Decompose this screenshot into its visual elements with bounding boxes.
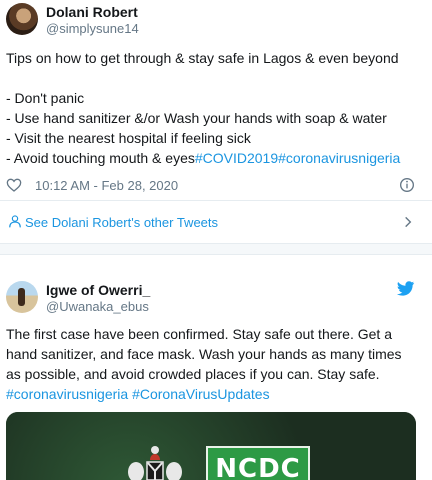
avatar[interactable]: [6, 281, 38, 313]
tweet-text-line: - Use hand sanitizer &/or Wash your hand…: [6, 110, 387, 126]
author-name[interactable]: Dolani Robert: [46, 4, 138, 20]
twitter-bird-icon[interactable]: [397, 281, 415, 296]
user-icon: [9, 215, 21, 228]
timestamp-link[interactable]: 10:12 AM - Feb 28, 2020: [35, 178, 178, 193]
tweet-card: Dolani Robert @simplysune14 Tips on how …: [0, 0, 432, 200]
chevron-right-icon[interactable]: [401, 214, 415, 230]
author-name[interactable]: Igwe of Owerri_: [46, 282, 150, 298]
ncdc-logo: NCDC: [206, 446, 310, 480]
hashtag-link[interactable]: #coronavirusnigeria: [6, 386, 128, 402]
tweet-text-line: - Don't panic: [6, 90, 85, 106]
tweet-text-line: hand sanitizer, and face mask. Wash your…: [6, 346, 402, 362]
author-handle[interactable]: @simplysune14: [46, 21, 139, 36]
see-other-tweets-link[interactable]: See Dolani Robert's other Tweets: [0, 201, 432, 243]
hashtag-link[interactable]: #COVID2019: [195, 150, 278, 166]
ncdc-logo-text: NCDC: [215, 454, 301, 480]
heart-icon[interactable]: [6, 177, 22, 193]
hashtag-link[interactable]: #coronavirusnigeria: [278, 150, 400, 166]
tweet-text-segment: - Avoid touching mouth & eyes: [6, 150, 195, 166]
tweet-meta: 10:12 AM - Feb 28, 2020: [6, 176, 426, 196]
author-handle[interactable]: @Uwanaka_ebus: [46, 299, 149, 314]
tweet-separator: [0, 243, 432, 255]
tweet-text-line: - Avoid touching mouth & eyes#COVID2019#…: [6, 148, 400, 168]
tweet-text-line: - Visit the nearest hospital if feeling …: [6, 130, 251, 146]
coat-of-arms-icon: [128, 446, 182, 480]
hashtag-link[interactable]: #CoronaVirusUpdates: [132, 386, 270, 402]
info-icon[interactable]: [399, 177, 415, 193]
tweet-text-line: as possible, and avoid crowded places if…: [6, 366, 380, 382]
tweet-media-image[interactable]: NCDC: [6, 412, 416, 480]
tweet-text-line: #coronavirusnigeria #CoronaVirusUpdates: [6, 384, 270, 404]
avatar[interactable]: [6, 3, 38, 35]
see-other-tweets-label[interactable]: See Dolani Robert's other Tweets: [25, 215, 218, 230]
tweet-text-line: The first case have been confirmed. Stay…: [6, 326, 392, 342]
tweet-text-line: Tips on how to get through & stay safe i…: [6, 50, 399, 66]
